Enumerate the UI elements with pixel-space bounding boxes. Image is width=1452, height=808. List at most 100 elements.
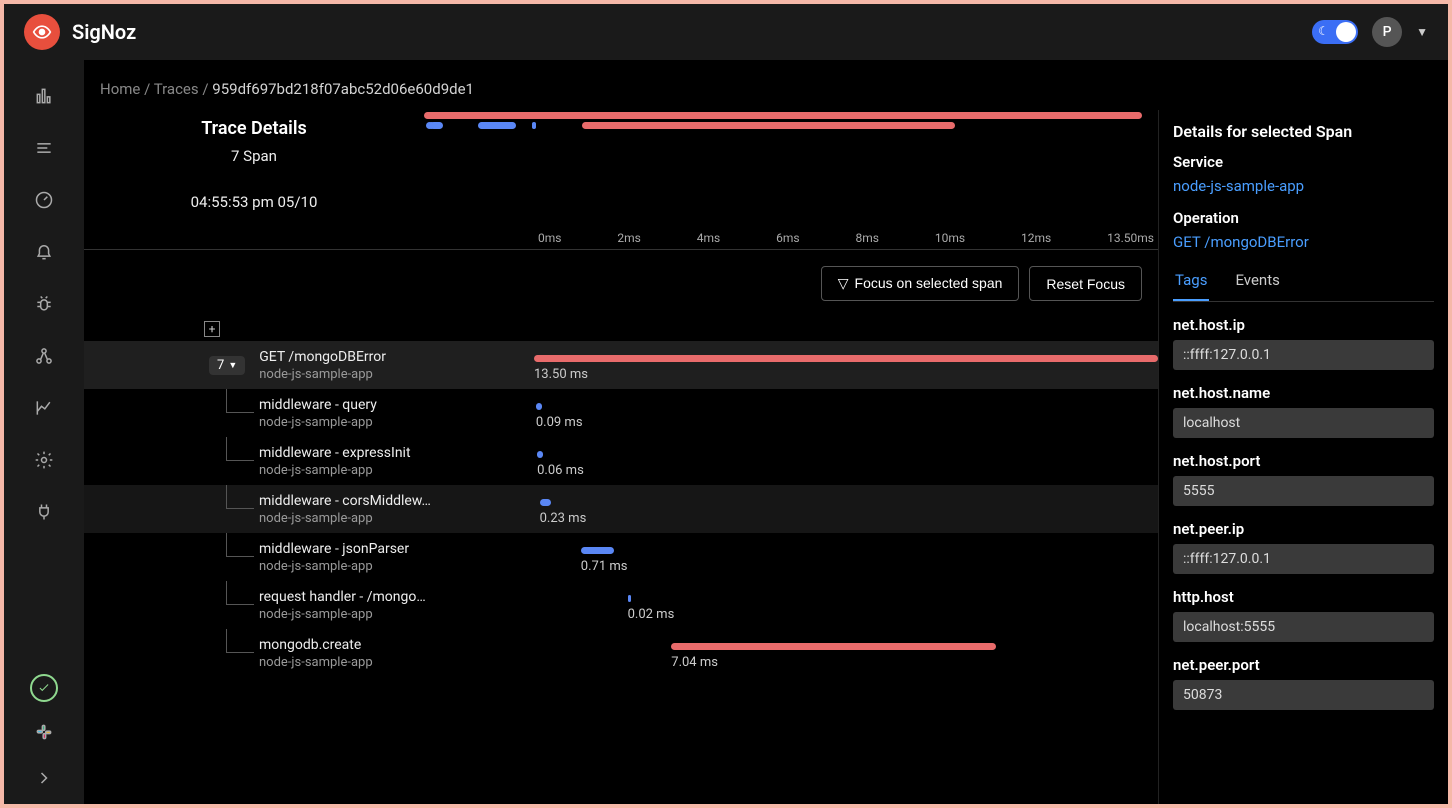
span-duration: 13.50 ms <box>534 367 588 382</box>
tag-key: net.host.name <box>1173 384 1434 402</box>
span-service: node-js-sample-app <box>259 367 386 382</box>
tag-key: net.host.port <box>1173 452 1434 470</box>
span-duration: 0.71 ms <box>581 559 628 574</box>
tag-key: net.peer.ip <box>1173 520 1434 538</box>
logo-icon[interactable] <box>24 14 60 50</box>
details-heading: Details for selected Span <box>1173 122 1434 141</box>
span-service: node-js-sample-app <box>259 607 426 622</box>
span-duration: 7.04 ms <box>671 655 718 670</box>
axis-tick: 4ms <box>697 231 720 245</box>
chevron-down-icon[interactable]: ▼ <box>1416 25 1428 39</box>
breadcrumb: Home / Traces / 959df697bd218f07abc52d06… <box>84 60 1448 110</box>
avatar[interactable]: P <box>1372 17 1402 47</box>
overview-bar <box>478 122 516 129</box>
span-bar <box>581 547 614 554</box>
span-bar <box>628 595 632 602</box>
tag-key: net.host.ip <box>1173 316 1434 334</box>
brand-name: SigNoz <box>72 20 136 44</box>
tab-events[interactable]: Events <box>1233 265 1281 301</box>
focus-button[interactable]: ▽Focus on selected span <box>821 266 1020 301</box>
moon-icon: ☾ <box>1318 24 1329 38</box>
tag-value: ::ffff:127.0.0.1 <box>1173 544 1434 574</box>
plug-icon[interactable] <box>32 500 56 524</box>
span-row[interactable]: request handler - /mongo… node-js-sample-… <box>84 581 1158 629</box>
expand-all-button[interactable]: + <box>204 321 220 337</box>
expand-icon[interactable] <box>32 766 56 790</box>
span-count-badge[interactable]: 7 ▼ <box>209 356 245 375</box>
tag-key: net.peer.port <box>1173 656 1434 674</box>
sidebar <box>4 60 84 804</box>
page-title: Trace Details <box>84 118 424 139</box>
tag-value: localhost <box>1173 408 1434 438</box>
alert-icon[interactable] <box>32 240 56 264</box>
span-name: request handler - /mongo… <box>259 589 426 605</box>
span-name: middleware - expressInit <box>259 445 411 461</box>
operation-label: Operation <box>1173 209 1434 227</box>
axis-tick: 8ms <box>856 231 879 245</box>
slack-icon[interactable] <box>34 722 54 746</box>
bug-icon[interactable] <box>32 292 56 316</box>
details-panel: Details for selected Span Service node-j… <box>1158 110 1448 804</box>
gear-icon[interactable] <box>32 448 56 472</box>
axis-tick: 6ms <box>776 231 799 245</box>
overview-chart[interactable] <box>424 110 1142 231</box>
trace-timestamp: 04:55:53 pm 05/10 <box>84 193 424 211</box>
span-name: GET /mongoDBError <box>259 349 386 365</box>
list-icon[interactable] <box>32 136 56 160</box>
overview-bar <box>532 122 536 129</box>
span-duration: 0.06 ms <box>537 463 584 478</box>
span-service: node-js-sample-app <box>259 415 377 430</box>
tag-value: 50873 <box>1173 680 1434 710</box>
tab-tags[interactable]: Tags <box>1173 265 1209 301</box>
axis-tick: 10ms <box>935 231 965 245</box>
breadcrumb-trace-id: 959df697bd218f07abc52d06e60d9de1 <box>212 80 474 98</box>
bar-chart-icon[interactable] <box>32 84 56 108</box>
span-bar <box>540 499 551 506</box>
dashboard-icon[interactable] <box>32 188 56 212</box>
theme-toggle[interactable]: ☾ <box>1312 20 1358 44</box>
span-row[interactable]: middleware - corsMiddlew… node-js-sample-… <box>84 485 1158 533</box>
time-axis: 0ms 2ms 4ms 6ms 8ms 10ms 12ms 13.50ms <box>534 231 1158 249</box>
span-name: middleware - query <box>259 397 377 413</box>
breadcrumb-home[interactable]: Home <box>100 80 140 98</box>
span-service: node-js-sample-app <box>259 511 431 526</box>
span-duration: 0.09 ms <box>536 415 583 430</box>
span-service: node-js-sample-app <box>259 559 409 574</box>
span-name: mongodb.create <box>259 637 373 653</box>
overview-bar <box>582 122 955 129</box>
span-row[interactable]: middleware - query node-js-sample-app 0.09… <box>84 389 1158 437</box>
share-icon[interactable] <box>32 344 56 368</box>
axis-tick: 13.50ms <box>1107 231 1154 245</box>
span-name: middleware - corsMiddlew… <box>259 493 431 509</box>
axis-tick: 0ms <box>538 231 561 245</box>
span-row[interactable]: 7 ▼ GET /mongoDBError node-js-sample-app 13… <box>84 341 1158 389</box>
tag-value: localhost:5555 <box>1173 612 1434 642</box>
tag-key: http.host <box>1173 588 1434 606</box>
span-bar <box>534 355 1158 362</box>
axis-tick: 2ms <box>617 231 640 245</box>
service-link[interactable]: node-js-sample-app <box>1173 177 1434 195</box>
span-row[interactable]: middleware - jsonParser node-js-sample-ap… <box>84 533 1158 581</box>
breadcrumb-section[interactable]: Traces <box>154 80 199 98</box>
span-row[interactable]: middleware - expressInit node-js-sample-a… <box>84 437 1158 485</box>
span-bar <box>537 451 543 458</box>
topbar: SigNoz ☾ P ▼ <box>4 4 1448 60</box>
line-chart-icon[interactable] <box>32 396 56 420</box>
span-bar <box>671 643 995 650</box>
service-label: Service <box>1173 153 1434 171</box>
span-duration: 0.02 ms <box>628 607 675 622</box>
span-name: middleware - jsonParser <box>259 541 409 557</box>
span-row[interactable]: mongodb.create node-js-sample-app 7.04 ms <box>84 629 1158 677</box>
overview-bar <box>430 122 443 129</box>
filter-icon: ▽ <box>838 275 849 291</box>
span-service: node-js-sample-app <box>259 463 411 478</box>
axis-tick: 12ms <box>1021 231 1051 245</box>
span-service: node-js-sample-app <box>259 655 373 670</box>
span-duration: 0.23 ms <box>540 511 587 526</box>
tag-value: 5555 <box>1173 476 1434 506</box>
span-bar <box>536 403 542 410</box>
operation-link[interactable]: GET /mongoDBError <box>1173 233 1434 251</box>
status-ok-icon[interactable] <box>30 674 58 702</box>
span-count: 7 Span <box>84 147 424 165</box>
reset-focus-button[interactable]: Reset Focus <box>1029 266 1142 301</box>
